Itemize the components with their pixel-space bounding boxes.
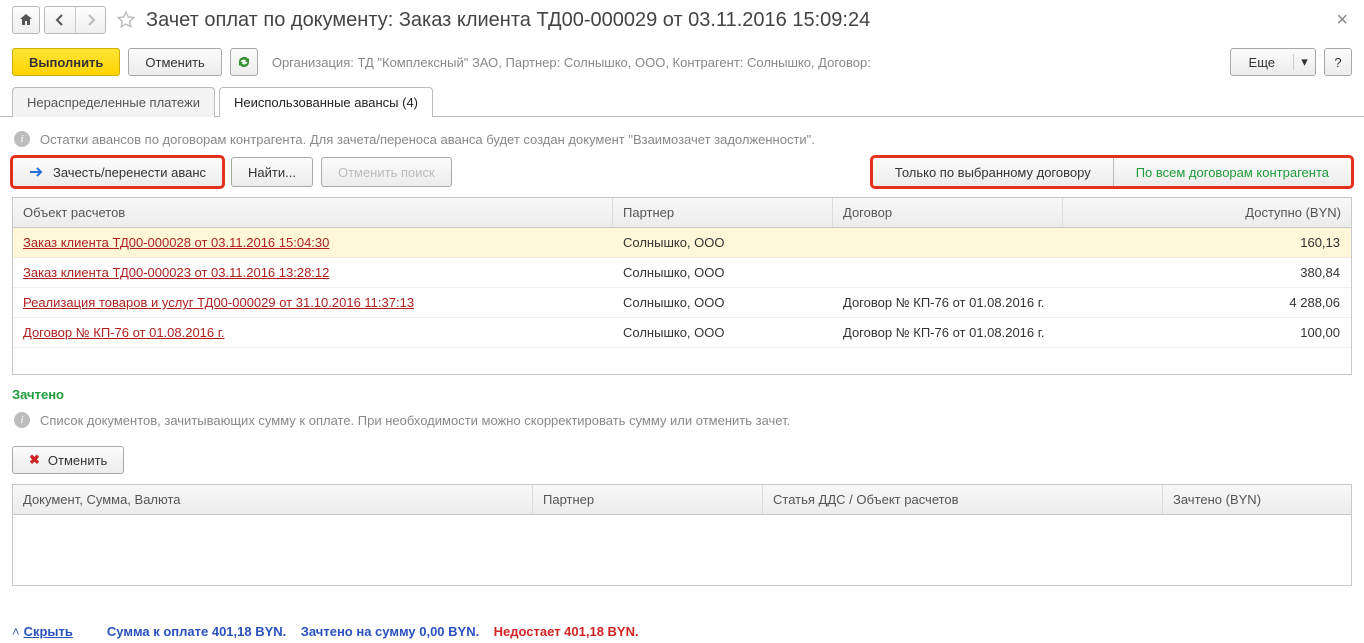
forward-button[interactable] xyxy=(75,7,105,33)
table-row[interactable]: Заказ клиента ТД00-000023 от 03.11.2016 … xyxy=(13,258,1351,288)
col-object[interactable]: Объект расчетов xyxy=(13,198,613,227)
applied-hint-text: Список документов, зачитывающих сумму к … xyxy=(40,413,790,428)
info-icon: i xyxy=(14,412,30,428)
more-button[interactable]: Еще ▾ xyxy=(1230,48,1316,76)
context-info: Организация: ТД "Комплексный" ЗАО, Партн… xyxy=(272,55,1222,70)
sum-short: Недостает 401,18 BYN. xyxy=(494,624,639,639)
info-icon: i xyxy=(14,131,30,147)
row-available: 100,00 xyxy=(1063,318,1351,347)
col-contract[interactable]: Договор xyxy=(833,198,1063,227)
col-dds[interactable]: Статья ДДС / Объект расчетов xyxy=(763,485,1163,514)
panel-hint: i Остатки авансов по договорам контраген… xyxy=(12,127,1352,157)
sum-to-pay: Сумма к оплате 401,18 BYN. xyxy=(107,624,286,639)
chevron-down-icon: ▾ xyxy=(1293,54,1315,70)
star-icon xyxy=(116,10,136,30)
applied-hint: i Список документов, зачитывающих сумму … xyxy=(12,408,1352,438)
row-object-link[interactable]: Заказ клиента ТД00-000028 от 03.11.2016 … xyxy=(23,235,329,250)
cancel-find-button[interactable]: Отменить поиск xyxy=(321,157,452,187)
row-contract: Договор № КП-76 от 01.08.2016 г. xyxy=(833,288,1063,317)
transfer-advance-button[interactable]: Зачесть/перенести аванс xyxy=(12,157,223,187)
back-button[interactable] xyxy=(45,7,75,33)
row-contract: Договор № КП-76 от 01.08.2016 г. xyxy=(833,318,1063,347)
contract-filter-segment: Только по выбранному договору По всем до… xyxy=(872,157,1352,187)
cancel-apply-label: Отменить xyxy=(48,453,107,468)
col-partner2[interactable]: Партнер xyxy=(533,485,763,514)
more-label: Еще xyxy=(1231,55,1293,70)
refresh-button[interactable] xyxy=(230,48,258,76)
footer-summary: ˄ Скрыть Сумма к оплате 401,18 BYN. Зачт… xyxy=(12,624,1352,639)
tab-unallocated-payments[interactable]: Нераспределенные платежи xyxy=(12,87,215,117)
row-object-link[interactable]: Реализация товаров и услуг ТД00-000029 о… xyxy=(23,295,414,310)
home-icon xyxy=(18,12,34,28)
row-available: 380,84 xyxy=(1063,258,1351,287)
cancel-button[interactable]: Отменить xyxy=(128,48,221,76)
col-available[interactable]: Доступно (BYN) xyxy=(1063,198,1351,227)
table-row[interactable]: Заказ клиента ТД00-000028 от 03.11.2016 … xyxy=(13,228,1351,258)
row-available: 160,13 xyxy=(1063,228,1351,257)
caret-up-icon: ˄ xyxy=(12,624,20,639)
transfer-advance-label: Зачесть/перенести аванс xyxy=(53,165,206,180)
seg-selected-contract[interactable]: Только по выбранному договору xyxy=(873,158,1113,186)
col-partner[interactable]: Партнер xyxy=(613,198,833,227)
row-object-link[interactable]: Заказ клиента ТД00-000023 от 03.11.2016 … xyxy=(23,265,329,280)
refresh-icon xyxy=(236,54,252,70)
applied-section-title: Зачтено xyxy=(12,387,1352,408)
table-row[interactable]: Договор № КП-76 от 01.08.2016 г. Солнышк… xyxy=(13,318,1351,348)
col-doc[interactable]: Документ, Сумма, Валюта xyxy=(13,485,533,514)
tabs: Нераспределенные платежи Неиспользованны… xyxy=(0,86,1364,117)
row-available: 4 288,06 xyxy=(1063,288,1351,317)
favorite-star[interactable] xyxy=(112,6,140,34)
help-button[interactable]: ? xyxy=(1324,48,1352,76)
col-applied[interactable]: Зачтено (BYN) xyxy=(1163,485,1351,514)
row-partner: Солнышко, ООО xyxy=(613,258,833,287)
tab-unused-advances[interactable]: Неиспользованные авансы (4) xyxy=(219,87,433,117)
nav-back-forward[interactable] xyxy=(44,6,106,34)
table-row[interactable]: Реализация товаров и услуг ТД00-000029 о… xyxy=(13,288,1351,318)
row-object-link[interactable]: Договор № КП-76 от 01.08.2016 г. xyxy=(23,325,225,340)
hide-link[interactable]: Скрыть xyxy=(24,624,73,639)
find-button[interactable]: Найти... xyxy=(231,157,313,187)
sum-applied: Зачтено на сумму 0,00 BYN. xyxy=(301,624,479,639)
row-contract xyxy=(833,258,1063,287)
row-partner: Солнышко, ООО xyxy=(613,288,833,317)
arrow-right-icon xyxy=(84,13,98,27)
arrow-left-icon xyxy=(53,13,67,27)
x-icon: ✖ xyxy=(29,452,40,468)
panel-hint-text: Остатки авансов по договорам контрагента… xyxy=(40,132,815,147)
advances-grid: Объект расчетов Партнер Договор Доступно… xyxy=(12,197,1352,375)
applied-grid: Документ, Сумма, Валюта Партнер Статья Д… xyxy=(12,484,1352,586)
row-contract xyxy=(833,228,1063,257)
cancel-apply-button[interactable]: ✖ Отменить xyxy=(12,446,124,474)
page-title: Зачет оплат по документу: Заказ клиента … xyxy=(146,9,1330,32)
close-button[interactable]: × xyxy=(1330,9,1354,32)
row-partner: Солнышко, ООО xyxy=(613,228,833,257)
seg-all-contracts[interactable]: По всем договорам контрагента xyxy=(1113,158,1351,186)
arrow-right-blue-icon xyxy=(29,166,45,178)
execute-button[interactable]: Выполнить xyxy=(12,48,120,76)
row-partner: Солнышко, ООО xyxy=(613,318,833,347)
home-button[interactable] xyxy=(12,6,40,34)
